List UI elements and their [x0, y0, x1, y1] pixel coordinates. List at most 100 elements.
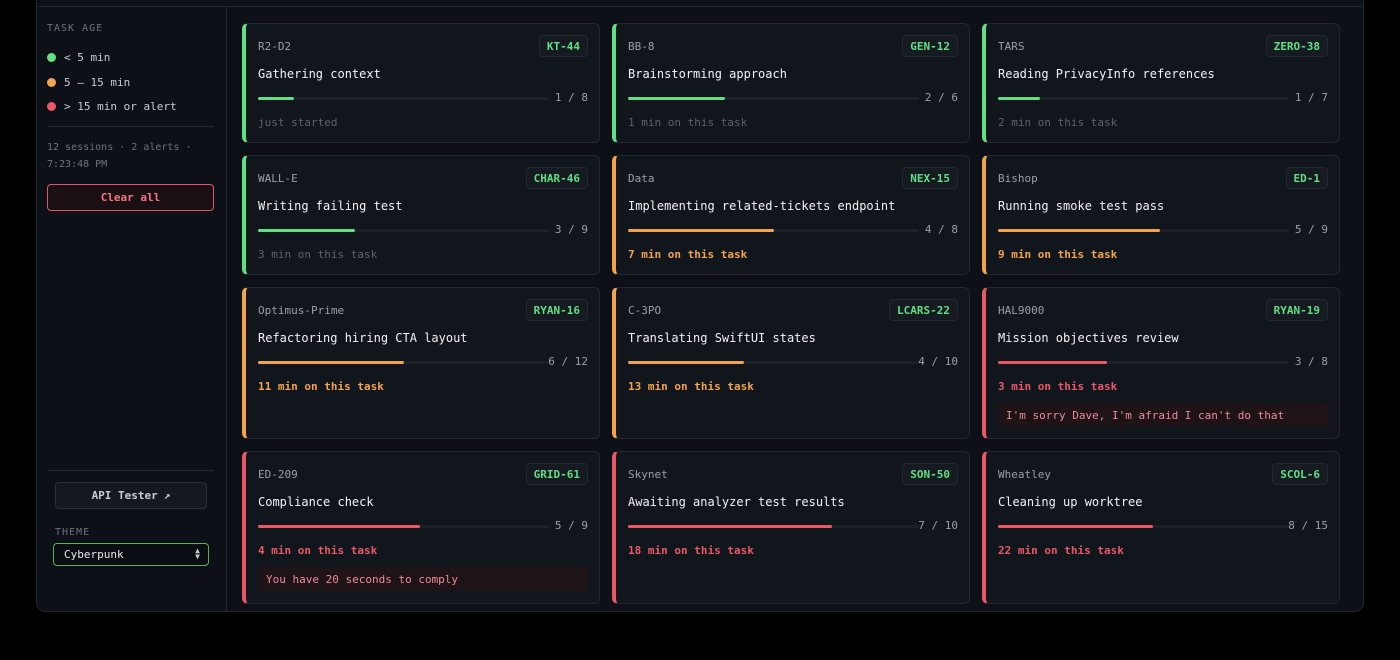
progress-fill: [628, 525, 832, 528]
ticket-badge[interactable]: RYAN-19: [1265, 299, 1328, 321]
legend-item-stale: > 15 min or alert: [47, 99, 177, 113]
progress-count: 7 / 10: [918, 519, 958, 532]
legend-item-medium: 5 – 15 min: [47, 75, 130, 89]
chevron-updown-icon: ▲ ▼: [195, 546, 200, 561]
progress-bar: [998, 361, 1289, 364]
session-card[interactable]: Data NEX-15 Implementing related-tickets e…: [612, 155, 970, 275]
theme-select[interactable]: Cyberpunk ▲ ▼: [53, 543, 209, 566]
session-card[interactable]: WALL-E CHAR-46 Writing failing test 3 / 9 3 …: [242, 155, 600, 275]
progress-fill: [258, 229, 355, 232]
task-title: Gathering context: [258, 67, 381, 81]
progress-count: 4 / 8: [924, 223, 958, 236]
agent-name: ED-209: [258, 468, 298, 481]
stats-summary: 12 sessions · 2 alerts ·: [47, 142, 192, 153]
green-dot-icon: [47, 52, 56, 62]
progress-fill: [628, 361, 745, 364]
task-title: Brainstorming approach: [628, 67, 787, 81]
session-card[interactable]: Bishop ED-1 Running smoke test pass 5 / 9 9 …: [982, 155, 1340, 275]
sidebar: TASK AGE < 5 min 5 – 15 min > 15 min or …: [37, 7, 227, 611]
progress-count: 1 / 7: [1294, 91, 1328, 104]
dashboard-window: TASK AGE < 5 min 5 – 15 min > 15 min or …: [36, 0, 1364, 612]
agent-name: C-3PO: [628, 304, 662, 317]
alert-message: I'm sorry Dave, I'm afraid I can't do th…: [998, 403, 1328, 427]
task-title: Reading PrivacyInfo references: [998, 67, 1215, 81]
progress-fill: [628, 229, 774, 232]
external-link-icon: ↗: [163, 489, 171, 502]
task-title: Awaiting analyzer test results: [628, 495, 845, 509]
session-card[interactable]: ED-209 GRID-61 Compliance check 5 / 9 4 min …: [242, 451, 600, 604]
progress-fill: [258, 97, 295, 100]
ticket-badge[interactable]: CHAR-46: [525, 167, 588, 189]
progress-count: 3 / 9: [554, 223, 588, 236]
progress-fill: [998, 229, 1160, 232]
ticket-badge[interactable]: GRID-61: [525, 463, 588, 485]
amber-dot-icon: [47, 77, 56, 87]
task-age: 9 min on this task: [998, 248, 1118, 261]
agent-name: Bishop: [998, 172, 1038, 185]
session-card[interactable]: Optimus-Prime RYAN-16 Refactoring hiring C…: [242, 287, 600, 439]
task-age: 3 min on this task: [258, 248, 378, 261]
legend-label: > 15 min or alert: [64, 99, 177, 113]
task-age: 18 min on this task: [628, 544, 754, 557]
task-title: Compliance check: [258, 495, 374, 509]
session-card[interactable]: Wheatley SCOL-6 Cleaning up worktree 8 / 15…: [982, 451, 1340, 604]
session-card[interactable]: HAL9000 RYAN-19 Mission objectives review 3…: [982, 287, 1340, 439]
progress-bar: [628, 361, 919, 364]
progress-count: 6 / 12: [548, 355, 588, 368]
alert-message: You have 20 seconds to comply: [258, 567, 588, 591]
agent-name: Wheatley: [998, 468, 1051, 481]
progress-fill: [998, 361, 1108, 364]
ticket-badge[interactable]: ZERO-38: [1265, 35, 1328, 57]
theme-value: Cyberpunk: [64, 548, 124, 561]
clear-all-button[interactable]: Clear all: [47, 184, 214, 211]
session-card[interactable]: Skynet SON-50 Awaiting analyzer test resul…: [612, 451, 970, 604]
agent-name: HAL9000: [998, 304, 1045, 317]
progress-bar: [258, 229, 549, 232]
legend-label: < 5 min: [64, 50, 111, 64]
progress-bar: [628, 229, 919, 232]
task-title: Translating SwiftUI states: [628, 331, 816, 345]
stats-time: 7:23:48 PM: [47, 159, 108, 170]
agent-name: TARS: [998, 40, 1025, 53]
theme-label: THEME: [55, 527, 91, 538]
task-age: 11 min on this task: [258, 380, 384, 393]
agent-name: WALL-E: [258, 172, 298, 185]
session-card[interactable]: BB-8 GEN-12 Brainstorming approach 2 / 6 1 m…: [612, 23, 970, 143]
progress-fill: [998, 97, 1040, 100]
api-tester-button[interactable]: API Tester ↗: [55, 482, 207, 509]
progress-bar: [258, 361, 549, 364]
divider: [47, 126, 214, 127]
session-card[interactable]: TARS ZERO-38 Reading PrivacyInfo reference…: [982, 23, 1340, 143]
session-card[interactable]: C-3PO LCARS-22 Translating SwiftUI states 4…: [612, 287, 970, 439]
ticket-badge[interactable]: RYAN-16: [525, 299, 588, 321]
ticket-badge[interactable]: SON-50: [902, 463, 958, 485]
api-tester-label: API Tester: [91, 489, 158, 502]
progress-bar: [628, 97, 919, 100]
session-card[interactable]: R2-D2 KT-44 Gathering context 1 / 8 just sta…: [242, 23, 600, 143]
task-age: 3 min on this task: [998, 380, 1118, 393]
ticket-badge[interactable]: SCOL-6: [1272, 463, 1328, 485]
agent-name: Skynet: [628, 468, 668, 481]
ticket-badge[interactable]: NEX-15: [902, 167, 958, 189]
agent-name: Data: [628, 172, 655, 185]
ticket-badge[interactable]: GEN-12: [902, 35, 958, 57]
task-age: 7 min on this task: [628, 248, 748, 261]
session-stats: 12 sessions · 2 alerts · 7:23:48 PM: [47, 139, 217, 173]
ticket-badge[interactable]: LCARS-22: [889, 299, 958, 321]
task-title: Implementing related-tickets endpoint: [628, 199, 896, 213]
task-age: 22 min on this task: [998, 544, 1124, 557]
progress-count: 1 / 8: [554, 91, 588, 104]
ticket-badge[interactable]: KT-44: [538, 35, 588, 57]
progress-fill: [628, 97, 725, 100]
task-age: 13 min on this task: [628, 380, 754, 393]
ticket-badge[interactable]: ED-1: [1285, 167, 1328, 189]
progress-count: 4 / 10: [918, 355, 958, 368]
progress-bar: [258, 97, 549, 100]
task-title: Mission objectives review: [998, 331, 1179, 345]
progress-fill: [998, 525, 1154, 528]
task-age: 4 min on this task: [258, 544, 378, 557]
progress-bar: [628, 525, 919, 528]
legend-label: 5 – 15 min: [64, 75, 131, 89]
progress-bar: [998, 97, 1289, 100]
progress-bar: [998, 525, 1289, 528]
